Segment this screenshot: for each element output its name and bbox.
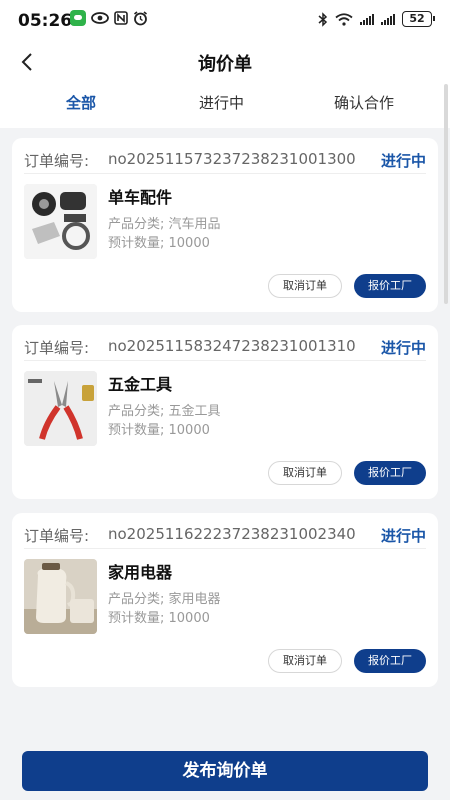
signal-icon (381, 13, 395, 25)
order-card[interactable]: 订单编号: no20251158324723823100131​0 进行中 五金… (12, 325, 438, 499)
product-quantity: 预计数量; 10000 (108, 611, 210, 626)
order-no-label: 订单编号: (24, 152, 90, 170)
nav-bar: 询价单 (0, 42, 450, 82)
status-bar: 05:26 52 (0, 0, 450, 42)
order-status: 进行中 (380, 527, 426, 545)
order-no: no20251158324723823100131​0 (108, 337, 356, 355)
status-icons-left (70, 10, 148, 26)
product-category: 产品分类; 汽车用品 (108, 217, 221, 232)
product-name: 单车配件 (108, 188, 173, 207)
battery-icon: 52 (402, 11, 435, 27)
eye-icon (91, 12, 109, 24)
order-card[interactable]: 订单编号: no20251162223723823100234​0 进行中 家用… (12, 513, 438, 687)
product-category: 产品分类; 五金工具 (108, 404, 221, 419)
product-quantity: 预计数量; 10000 (108, 236, 210, 251)
wechat-icon (70, 10, 86, 26)
order-no: no20251157323723823100130​0 (108, 150, 356, 168)
cancel-order-button[interactable]: 取消订单 (268, 649, 342, 673)
order-header: 订单编号: no20251158324723823100131​0 进行中 (24, 337, 426, 361)
order-header: 订单编号: no20251157323723823100130​0 进行中 (24, 150, 426, 174)
order-no: no20251162223723823100234​0 (108, 525, 356, 543)
order-card[interactable]: 订单编号: no20251157323723823100130​0 进行中 单车… (12, 138, 438, 312)
tab-in-progress[interactable]: 进行中 (199, 92, 244, 113)
status-time: 05:26 (18, 11, 73, 31)
product-image (24, 184, 97, 259)
order-status: 进行中 (380, 152, 426, 170)
alarm-icon (134, 10, 147, 25)
signal-icon (360, 13, 374, 25)
status-icons-right: 52 (318, 11, 435, 27)
product-category: 产品分类; 家用电器 (108, 592, 221, 607)
quote-factory-button[interactable]: 报价工厂 (354, 461, 426, 485)
quote-factory-button[interactable]: 报价工厂 (354, 274, 426, 298)
product-name: 五金工具 (108, 375, 173, 394)
wifi-icon (335, 12, 353, 26)
tab-confirmed[interactable]: 确认合作 (334, 92, 394, 113)
quote-factory-button[interactable]: 报价工厂 (354, 649, 426, 673)
product-name: 家用电器 (108, 563, 173, 582)
scrollbar[interactable] (444, 84, 448, 304)
publish-inquiry-button[interactable]: 发布询价单 (22, 751, 428, 791)
order-status: 进行中 (380, 339, 426, 357)
bluetooth-icon (318, 11, 328, 27)
tab-all[interactable]: 全部 (66, 92, 96, 113)
cancel-order-button[interactable]: 取消订单 (268, 461, 342, 485)
product-quantity: 预计数量; 10000 (108, 423, 210, 438)
product-image (24, 559, 97, 634)
top-bar: 05:26 52 询价单 全部 进行中 确认合作 (0, 0, 450, 128)
tab-bar: 全部 进行中 确认合作 (0, 88, 450, 122)
nfc-icon (114, 11, 128, 25)
product-image (24, 371, 97, 446)
order-no-label: 订单编号: (24, 527, 90, 545)
cancel-order-button[interactable]: 取消订单 (268, 274, 342, 298)
order-no-label: 订单编号: (24, 339, 90, 357)
page-title: 询价单 (198, 54, 252, 75)
order-header: 订单编号: no20251162223723823100234​0 进行中 (24, 525, 426, 549)
